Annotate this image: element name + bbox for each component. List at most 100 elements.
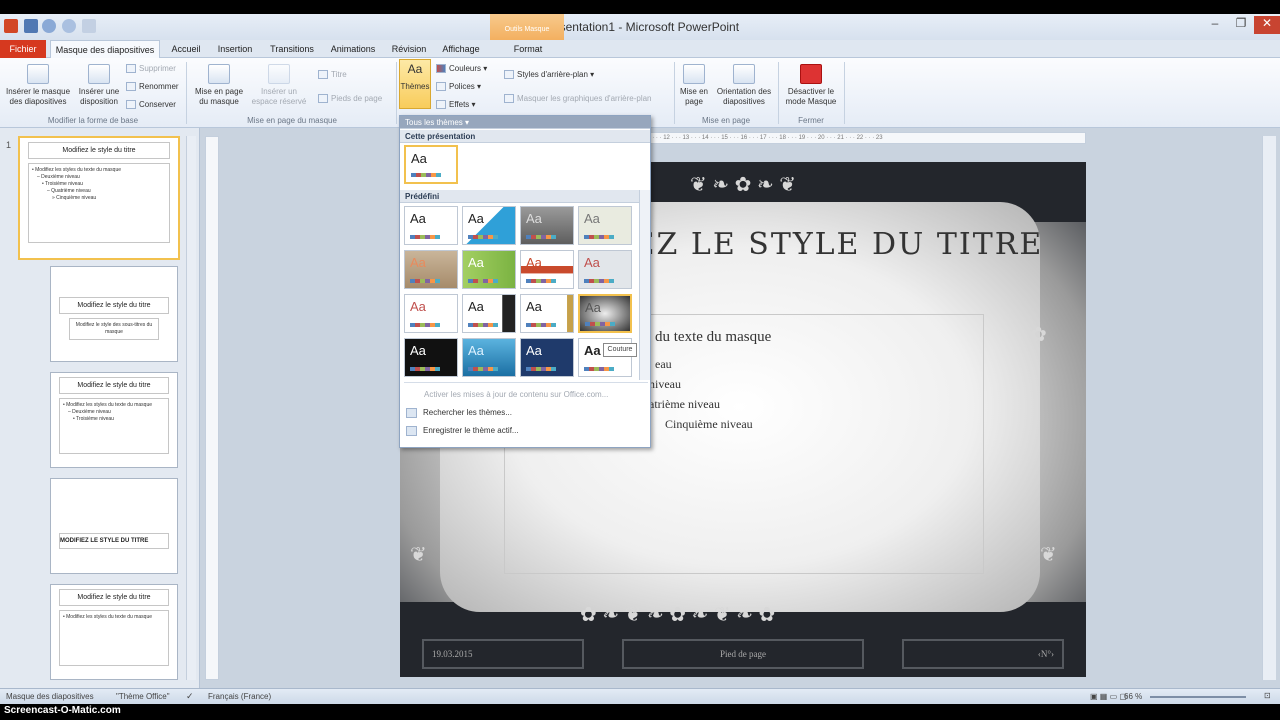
gallery-scrollbar[interactable] [639,190,650,380]
insert-layout-button[interactable]: Insérer une disposition [74,64,124,107]
footers-checkbox[interactable]: Pieds de page [318,94,382,104]
tab-animations[interactable]: Animations [326,40,380,58]
theme-tile-austin[interactable]: Aa [462,250,516,289]
theme-tile-black-tie[interactable]: Aa [520,250,574,289]
status-theme: "Thème Office" [116,692,170,701]
thumb-number: 1 [6,140,12,150]
preserve-button[interactable]: Conserver [126,100,176,110]
insert-master-button[interactable]: Insérer le masque des diapositives [2,64,74,107]
theme-tile-current[interactable]: Aa [404,145,458,184]
slide-orientation-button[interactable]: Orientation des diapositives [712,64,776,107]
view-buttons[interactable]: ▣ ▦ ▭ ▢ [1090,692,1127,701]
ornament-icon: ❦ [410,544,427,566]
checkbox-icon [504,94,514,104]
group-label-master-layout: Mise en page du masque [247,116,337,125]
browse-themes-item[interactable]: Rechercher les thèmes... [406,408,512,418]
tab-format[interactable]: Format [500,40,556,58]
save-theme-item[interactable]: Enregistrer le thème actif... [406,426,519,436]
thumbnail-master[interactable]: Modifiez le style du titre • Modifiez le… [18,136,180,260]
page-setup-icon [683,64,705,84]
master-layout-button[interactable]: Mise en page du masque [190,64,248,107]
rename-icon [126,82,136,92]
thumb-title: Modifiez le style du titre [59,589,169,606]
themes-gallery[interactable]: Tous les thèmes ▾ Cette présentation Aa … [399,115,651,448]
footer-text[interactable]: Pied de page [622,639,864,669]
theme-tile-concourse[interactable]: Aa [520,294,574,333]
footer-slide-number[interactable]: ‹N°› [902,639,1064,669]
thumbnail-panel: 1 Modifiez le style du titre • Modifiez … [0,128,200,688]
thumbnail-layout-content[interactable]: Modifiez le style du titre • Modifiez le… [50,372,178,468]
fit-slide-icon[interactable]: ⊡ [1264,691,1271,700]
rename-button[interactable]: Renommer [126,82,179,92]
fonts-icon [436,82,446,92]
status-view: Masque des diapositives [6,692,94,701]
tab-review[interactable]: Révision [386,40,432,58]
close-master-button[interactable]: Désactiver le mode Masque [780,64,842,107]
thumbnail-layout-section[interactable]: MODIFIEZ LE STYLE DU TITRE [50,478,178,574]
hide-background-checkbox[interactable]: Masquer les graphiques d'arrière-plan [504,94,652,104]
slide-scrollbar[interactable] [1262,136,1276,680]
fonts-button[interactable]: Polices ▾ [436,82,481,92]
insert-placeholder-icon [268,64,290,84]
theme-tile-elemental[interactable]: Aa [404,338,458,377]
theme-tile-couture[interactable]: Aa [578,294,632,333]
zoom-level[interactable]: 66 % [1124,692,1142,701]
delete-button[interactable]: Supprimer [126,64,176,74]
theme-tile-office[interactable]: Aa [404,206,458,245]
thumb-title: Modifiez le style du titre [28,142,170,159]
tab-slide-master[interactable]: Masque des diapositives [50,40,160,58]
title-checkbox[interactable]: Titre [318,70,347,80]
group-label-page-setup: Mise en page [701,116,751,125]
theme-tile-apex[interactable]: Aa [520,206,574,245]
theme-tile-apothecary[interactable]: Aa [578,206,632,245]
insert-placeholder-button[interactable]: Insérer un espace réservé [248,64,310,107]
group-separator [186,62,187,124]
themes-button[interactable]: Aa Thèmes [399,59,431,109]
thumb-title: MODIFIEZ LE STYLE DU TITRE [59,533,169,549]
tab-file[interactable]: Fichier [0,40,46,58]
thumbnail-layout-title[interactable]: Modifiez le style du titre Modifiez le s… [50,266,178,362]
minimize-button[interactable]: – [1202,16,1228,34]
thumb-body: • Modifiez les styles du texte du masque… [28,163,170,243]
theme-tile-equity[interactable]: Aa [462,338,516,377]
thumb-subtitle: Modifiez le style des sous-titres du mas… [69,318,159,340]
thumb-body: • Modifiez les styles du texte du masque [59,610,169,666]
close-button[interactable]: ✕ [1254,16,1280,34]
theme-tile-clarity[interactable]: Aa [404,294,458,333]
spellcheck-icon[interactable]: ✓ [186,691,194,702]
ribbon-tabs: Fichier Masque des diapositives Accueil … [0,40,1280,58]
effects-button[interactable]: Effets ▾ [436,100,476,110]
slide-orientation-icon [733,64,755,84]
group-separator [396,62,397,124]
insert-layout-icon [88,64,110,84]
delete-icon [126,64,136,74]
gallery-section-current: Cette présentation [400,130,650,143]
zoom-slider[interactable] [1150,696,1246,698]
thumbnail-scrollbar[interactable] [186,136,196,680]
save-theme-icon [406,426,417,436]
theme-tile-composite[interactable]: Aa [462,294,516,333]
theme-tile-angles[interactable]: Aa [462,206,516,245]
background-styles-button[interactable]: Styles d'arrière-plan ▾ [504,70,594,80]
theme-tile-essential[interactable]: Aa [520,338,574,377]
tab-home[interactable]: Accueil [166,40,206,58]
theme-tile-civic[interactable]: Aa [578,250,632,289]
enable-content-updates-item[interactable]: Activer les mises à jour de contenu sur … [424,390,608,399]
group-separator [778,62,779,124]
tab-insert[interactable]: Insertion [212,40,258,58]
maximize-button[interactable]: ❐ [1228,16,1254,34]
vertical-ruler [205,136,219,680]
colors-button[interactable]: Couleurs ▾ [436,64,487,74]
page-setup-button[interactable]: Mise en page [676,64,712,107]
gallery-filter[interactable]: Tous les thèmes ▾ [400,116,650,129]
ornament-icon: ✿ [1030,324,1047,346]
gallery-section-builtin: Prédéfini [400,190,650,203]
master-layout-icon [208,64,230,84]
theme-tile-aspect[interactable]: Aa [404,250,458,289]
theme-aa-icon: Aa [407,62,423,76]
status-language[interactable]: Français (France) [208,692,271,701]
tab-transitions[interactable]: Transitions [264,40,320,58]
footer-date[interactable]: 19.03.2015 [422,639,584,669]
thumbnail-layout-two-content[interactable]: Modifiez le style du titre • Modifiez le… [50,584,178,680]
tab-view[interactable]: Affichage [436,40,486,58]
